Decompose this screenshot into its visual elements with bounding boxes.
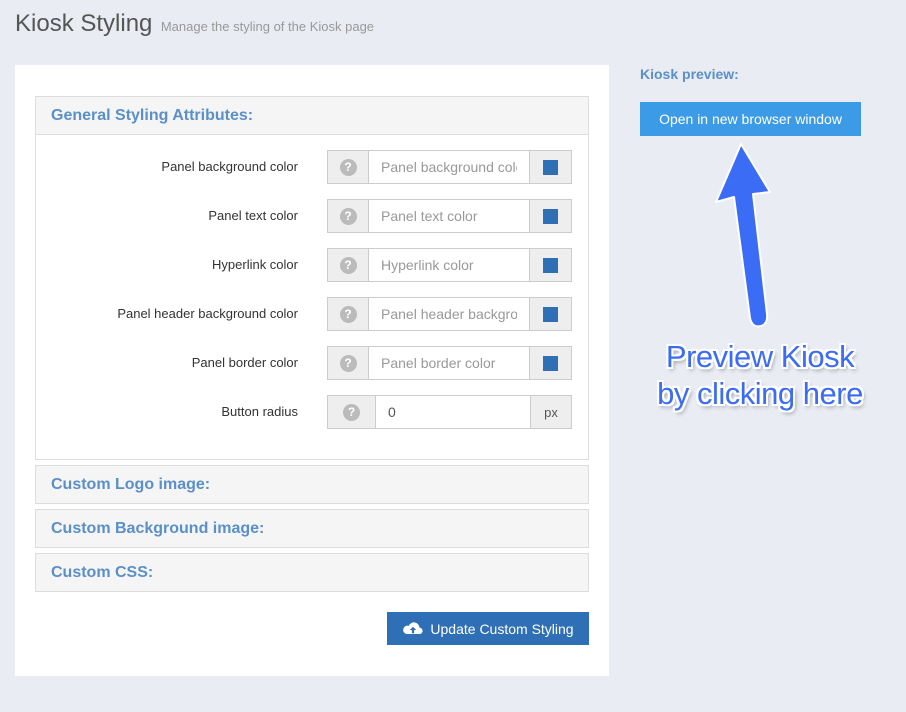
- update-button-label: Update Custom Styling: [430, 620, 574, 637]
- help-icon: ?: [339, 207, 357, 225]
- unit-addon: px: [530, 396, 571, 428]
- cloud-upload-icon: [403, 621, 424, 634]
- open-in-new-window-button[interactable]: Open in new browser window: [640, 102, 861, 136]
- page-title: Kiosk Styling: [15, 10, 153, 37]
- color-picker-addon[interactable]: [529, 298, 571, 330]
- help-icon: ?: [339, 354, 357, 372]
- field-label: Panel text color: [208, 208, 298, 223]
- color-picker-addon[interactable]: [529, 200, 571, 232]
- help-addon[interactable]: ?: [328, 347, 369, 379]
- field-label: Panel background color: [161, 159, 298, 174]
- field-label: Panel header background color: [117, 306, 298, 321]
- field-label: Button radius: [221, 404, 298, 419]
- panel-border-color-input[interactable]: [369, 347, 529, 379]
- help-icon: ?: [343, 403, 360, 421]
- help-icon: ?: [339, 305, 357, 323]
- custom-logo-panel[interactable]: Custom Logo image:: [35, 465, 589, 504]
- update-custom-styling-button[interactable]: Update Custom Styling: [387, 612, 589, 645]
- annotation-callout: Preview Kiosk by clicking here: [630, 338, 890, 412]
- field-row-hyperlink-color: Hyperlink color ?: [36, 248, 588, 282]
- help-addon[interactable]: ?: [328, 249, 369, 281]
- help-icon: ?: [339, 256, 357, 274]
- panel-background-color-input[interactable]: [369, 151, 529, 183]
- color-swatch-icon: [543, 159, 558, 175]
- kiosk-preview-label: Kiosk preview:: [640, 66, 739, 82]
- color-input-group: ?: [327, 150, 572, 184]
- color-picker-addon[interactable]: [529, 249, 571, 281]
- styling-card: General Styling Attributes: Panel backgr…: [15, 65, 609, 676]
- color-picker-addon[interactable]: [529, 151, 571, 183]
- field-row-button-radius: Button radius ? px: [36, 395, 588, 429]
- custom-css-panel[interactable]: Custom CSS:: [35, 553, 589, 592]
- radius-input-group: ? px: [327, 395, 572, 429]
- color-swatch-icon: [543, 257, 558, 273]
- button-radius-input[interactable]: [376, 396, 530, 428]
- color-swatch-icon: [543, 355, 558, 371]
- page-header: Kiosk Styling Manage the styling of the …: [15, 10, 374, 38]
- help-addon[interactable]: ?: [328, 396, 376, 428]
- color-swatch-icon: [543, 208, 558, 224]
- color-input-group: ?: [327, 297, 572, 331]
- custom-css-heading[interactable]: Custom CSS:: [36, 554, 588, 591]
- color-swatch-icon: [543, 306, 558, 322]
- help-addon[interactable]: ?: [328, 298, 369, 330]
- color-input-group: ?: [327, 346, 572, 380]
- general-styling-body: Panel background color ? Panel text colo…: [36, 135, 588, 459]
- field-label: Panel border color: [191, 355, 298, 370]
- field-row-panel-border-color: Panel border color ?: [36, 346, 588, 380]
- page-subtitle: Manage the styling of the Kiosk page: [160, 19, 375, 34]
- color-input-group: ?: [327, 199, 572, 233]
- custom-background-panel[interactable]: Custom Background image:: [35, 509, 589, 548]
- annotation-line-2: by clicking here: [657, 376, 863, 411]
- help-addon[interactable]: ?: [328, 200, 369, 232]
- help-icon: ?: [339, 158, 357, 176]
- annotation-arrow-icon: [715, 143, 771, 328]
- color-picker-addon[interactable]: [529, 347, 571, 379]
- field-row-panel-header-background-color: Panel header background color ?: [36, 297, 588, 331]
- color-input-group: ?: [327, 248, 572, 282]
- custom-background-heading[interactable]: Custom Background image:: [36, 510, 588, 547]
- hyperlink-color-input[interactable]: [369, 249, 529, 281]
- panel-text-color-input[interactable]: [369, 200, 529, 232]
- custom-logo-heading[interactable]: Custom Logo image:: [36, 466, 588, 503]
- annotation-line-1: Preview Kiosk: [665, 339, 855, 374]
- general-styling-panel: General Styling Attributes: Panel backgr…: [35, 96, 589, 460]
- panel-header-background-color-input[interactable]: [369, 298, 529, 330]
- field-label: Hyperlink color: [212, 257, 298, 272]
- help-addon[interactable]: ?: [328, 151, 369, 183]
- field-row-panel-text-color: Panel text color ?: [36, 199, 588, 233]
- general-styling-heading[interactable]: General Styling Attributes:: [36, 97, 588, 135]
- field-row-panel-background-color: Panel background color ?: [36, 150, 588, 184]
